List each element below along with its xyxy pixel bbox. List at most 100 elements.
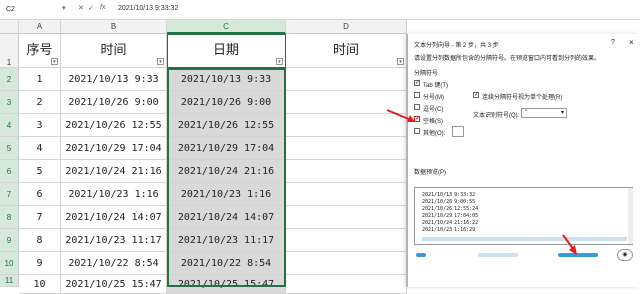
cell-time-empty[interactable] bbox=[286, 229, 407, 252]
row-header-2[interactable]: 2 bbox=[0, 68, 19, 91]
row-header-3[interactable]: 3 bbox=[0, 91, 19, 114]
col-header-a[interactable]: A bbox=[19, 20, 61, 34]
cell-index[interactable]: 3 bbox=[19, 114, 61, 137]
row-header-8[interactable]: 8 bbox=[0, 206, 19, 229]
row-header-5[interactable]: 5 bbox=[0, 137, 19, 160]
header-cell-index[interactable]: 序号 ▾ bbox=[19, 34, 61, 68]
cell-date[interactable]: 2021/10/29 17:04 bbox=[167, 137, 286, 160]
preview-date: 2021/10/23 bbox=[422, 227, 453, 233]
finish-button[interactable]: ◉ bbox=[617, 249, 633, 261]
cell-time[interactable]: 2021/10/25 15:47 bbox=[61, 275, 167, 294]
cell-index[interactable]: 2 bbox=[19, 91, 61, 114]
cell-index[interactable]: 7 bbox=[19, 206, 61, 229]
preview-label: 数据预览(P) bbox=[414, 170, 446, 176]
cell-time[interactable]: 2021/10/23 11:17 bbox=[61, 229, 167, 252]
cell-time[interactable]: 2021/10/26 12:55 bbox=[61, 114, 167, 137]
qualifier-label: 文本识别符号(Q): bbox=[473, 113, 520, 119]
formula-content[interactable]: 2021/10/13 9:33:32 bbox=[118, 5, 178, 12]
cell-time-empty[interactable] bbox=[286, 160, 407, 183]
cell-index[interactable]: 9 bbox=[19, 252, 61, 275]
filter-icon[interactable]: ▾ bbox=[397, 58, 404, 65]
cell-time-empty[interactable] bbox=[286, 275, 407, 294]
close-icon[interactable]: × bbox=[629, 38, 634, 47]
fx-icon[interactable]: fx bbox=[100, 4, 105, 11]
cell-index[interactable]: 4 bbox=[19, 137, 61, 160]
preview-time: 21:16:22 bbox=[454, 220, 479, 226]
filter-icon[interactable]: ▾ bbox=[157, 58, 164, 65]
cell-index[interactable]: 10 bbox=[19, 275, 61, 294]
preview-date: 2021/10/26 bbox=[422, 206, 453, 212]
col-header-c[interactable]: C bbox=[167, 20, 286, 34]
other-checkbox[interactable] bbox=[414, 128, 420, 134]
cell-time-empty[interactable] bbox=[286, 183, 407, 206]
cell-time[interactable]: 2021/10/22 8:54 bbox=[61, 252, 167, 275]
cancel-icon[interactable]: ✕ bbox=[78, 4, 84, 12]
chevron-down-icon[interactable]: ▾ bbox=[62, 4, 66, 12]
preview-line: 2021/10/26 9:00:55 bbox=[422, 199, 475, 205]
cell-date[interactable]: 2021/10/13 9:33 bbox=[167, 68, 286, 91]
back-button[interactable] bbox=[478, 253, 518, 257]
dialog-description: 请设置分列数据所包含的分隔符号。在预览窗口内可看到分列的效果。 bbox=[414, 56, 601, 62]
row-header-10[interactable]: 10 bbox=[0, 252, 19, 275]
cell-time[interactable]: 2021/10/24 14:07 bbox=[61, 206, 167, 229]
dialog-title: 文本分列向导 - 第 2 步，共 3 步 bbox=[414, 43, 499, 49]
cell-time-empty[interactable] bbox=[286, 206, 407, 229]
cancel-button[interactable] bbox=[416, 253, 426, 257]
preview-line: 2021/10/29 17:04:05 bbox=[422, 213, 478, 219]
cell-date[interactable]: 2021/10/23 11:17 bbox=[167, 229, 286, 252]
cell-index[interactable]: 5 bbox=[19, 160, 61, 183]
preview-vertical-scrollbar[interactable] bbox=[628, 188, 633, 244]
row-header-11[interactable]: 11 bbox=[0, 275, 19, 287]
tab-checkbox[interactable]: ✓ bbox=[414, 80, 420, 86]
preview-date: 2021/10/24 bbox=[422, 220, 453, 226]
cell-index[interactable]: 1 bbox=[19, 68, 61, 91]
row-header-6[interactable]: 6 bbox=[0, 160, 19, 183]
other-separator-input[interactable] bbox=[452, 126, 464, 137]
cell-date[interactable]: 2021/10/26 12:55 bbox=[167, 114, 286, 137]
cell-date[interactable]: 2021/10/23 1:16 bbox=[167, 183, 286, 206]
cell-time-empty[interactable] bbox=[286, 137, 407, 160]
cell-time-empty[interactable] bbox=[286, 114, 407, 137]
cell-index[interactable]: 8 bbox=[19, 229, 61, 252]
header-cell-time[interactable]: 时间 ▾ bbox=[61, 34, 167, 68]
space-checkbox[interactable]: ✓ bbox=[414, 116, 420, 122]
cell-time-empty[interactable] bbox=[286, 252, 407, 275]
cell-time-empty[interactable] bbox=[286, 68, 407, 91]
header-cell-date[interactable]: 日期 ▾ bbox=[167, 34, 286, 68]
semicolon-checkbox[interactable] bbox=[414, 92, 420, 98]
cell-time[interactable]: 2021/10/24 21:16 bbox=[61, 160, 167, 183]
preview-line: 2021/10/24 21:16:22 bbox=[422, 220, 478, 226]
qualifier-select[interactable]: " ▾ bbox=[521, 108, 567, 118]
cell-time[interactable]: 2021/10/26 9:00 bbox=[61, 91, 167, 114]
cell-date[interactable]: 2021/10/24 21:16 bbox=[167, 160, 286, 183]
row-header-7[interactable]: 7 bbox=[0, 183, 19, 206]
qualifier-value: " bbox=[525, 110, 528, 116]
header-cell-time-2[interactable]: 时间 ▾ bbox=[286, 34, 407, 68]
cell-date[interactable]: 2021/10/26 9:00 bbox=[167, 91, 286, 114]
next-button[interactable] bbox=[558, 253, 598, 257]
col-header-d[interactable]: D bbox=[286, 20, 407, 34]
cell-index[interactable]: 6 bbox=[19, 183, 61, 206]
comma-checkbox[interactable] bbox=[414, 104, 420, 110]
filter-icon[interactable]: ▾ bbox=[276, 58, 283, 65]
cell-date[interactable]: 2021/10/22 8:54 bbox=[167, 252, 286, 275]
cell-time[interactable]: 2021/10/13 9:33 bbox=[61, 68, 167, 91]
enter-icon[interactable]: ✓ bbox=[88, 4, 94, 12]
cell-time[interactable]: 2021/10/29 17:04 bbox=[61, 137, 167, 160]
row-header-9[interactable]: 9 bbox=[0, 229, 19, 252]
col-header-b[interactable]: B bbox=[61, 20, 167, 34]
filter-icon[interactable]: ▾ bbox=[51, 58, 58, 65]
space-checkbox-label: 空格(S) bbox=[423, 119, 443, 125]
row-header-4[interactable]: 4 bbox=[0, 114, 19, 137]
help-icon[interactable]: ? bbox=[611, 39, 615, 46]
cell-time[interactable]: 2021/10/23 1:16 bbox=[61, 183, 167, 206]
select-all-corner[interactable] bbox=[0, 20, 19, 34]
cell-time-empty[interactable] bbox=[286, 91, 407, 114]
name-box[interactable]: C2 bbox=[4, 4, 54, 16]
preview-horizontal-scrollbar[interactable] bbox=[422, 237, 627, 241]
preview-line: 2021/10/13 9:33:32 bbox=[422, 192, 475, 198]
cell-date[interactable]: 2021/10/25 15:47 bbox=[167, 275, 286, 294]
cell-date[interactable]: 2021/10/24 14:07 bbox=[167, 206, 286, 229]
row-header-1[interactable]: 1 bbox=[0, 34, 19, 68]
consecutive-checkbox[interactable]: ✓ bbox=[473, 92, 479, 98]
